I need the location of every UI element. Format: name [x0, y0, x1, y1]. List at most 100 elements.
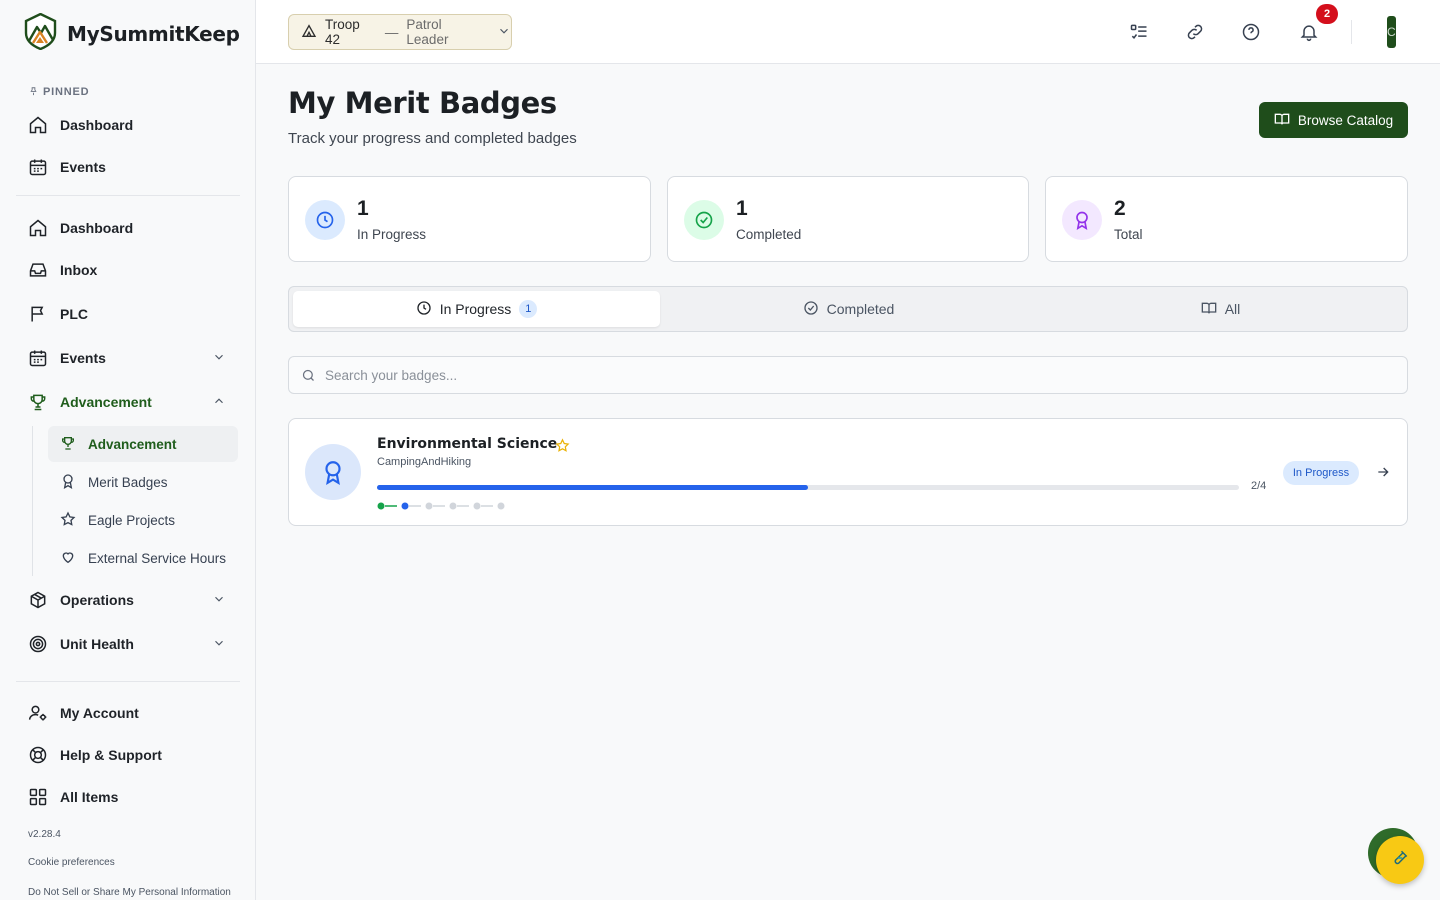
- tab-completed[interactable]: Completed: [665, 291, 1032, 327]
- chevron-down-icon: [212, 592, 226, 609]
- sidebar-item-unit-health[interactable]: Unit Health: [16, 625, 240, 663]
- tab-count-badge: 1: [519, 300, 538, 318]
- calendar-icon: [28, 348, 48, 368]
- nav-label: Help & Support: [60, 747, 162, 763]
- sidebar-item-advancement[interactable]: Advancement: [16, 383, 240, 421]
- stat-label: Total: [1114, 227, 1143, 242]
- troop-role: Patrol Leader: [406, 17, 449, 47]
- nav-label: Dashboard: [60, 117, 134, 133]
- tab-all[interactable]: All: [1037, 291, 1404, 327]
- sidebar-item-all-items[interactable]: All Items: [16, 778, 240, 816]
- calendar-icon: [28, 157, 48, 177]
- nav-label: All Items: [60, 789, 119, 805]
- step-dot-pending: [497, 502, 505, 510]
- eagle-required-star-icon: [555, 438, 570, 458]
- award-icon: [1062, 200, 1102, 240]
- pinned-events[interactable]: Events: [16, 148, 240, 186]
- sidebar-item-inbox[interactable]: Inbox: [16, 251, 240, 289]
- badge-card-environmental-science[interactable]: Environmental Science CampingAndHiking 2…: [288, 418, 1408, 526]
- stat-card-total: 2 Total: [1045, 176, 1408, 262]
- sub-item-merit-badges[interactable]: Merit Badges: [48, 464, 238, 500]
- badge-name: Environmental Science: [377, 436, 558, 452]
- nav-label: My Account: [60, 705, 139, 721]
- book-open-icon: [1274, 111, 1290, 130]
- sidebar-item-events[interactable]: Events: [16, 339, 240, 377]
- nav-label: Events: [60, 159, 106, 175]
- tab-label: In Progress: [439, 301, 512, 317]
- notification-count-badge: 2: [1316, 4, 1338, 24]
- sub-item-eagle-projects[interactable]: Eagle Projects: [48, 502, 238, 538]
- nav-label: Inbox: [60, 262, 98, 278]
- browse-catalog-button[interactable]: Browse Catalog: [1259, 102, 1408, 138]
- stat-value: 1: [357, 197, 369, 220]
- floating-tool-button[interactable]: [1376, 836, 1424, 884]
- search-icon: [301, 368, 316, 388]
- page-title: My Merit Badges: [288, 86, 557, 120]
- sub-label: External Service Hours: [88, 550, 227, 566]
- sub-item-external-service-hours[interactable]: External Service Hours: [48, 540, 238, 576]
- step-dot-current: [401, 502, 409, 510]
- badge-tabs: In Progress 1 Completed All: [288, 286, 1408, 332]
- troop-separator: —: [384, 24, 399, 40]
- nav-label: Unit Health: [60, 636, 134, 652]
- divider: [16, 681, 240, 682]
- search-input[interactable]: [325, 357, 1395, 393]
- page-subtitle: Track your progress and completed badges: [288, 130, 577, 147]
- bell-icon[interactable]: [1297, 20, 1321, 44]
- header-divider: [1351, 20, 1352, 44]
- privacy-link[interactable]: Do Not Sell or Share My Personal Informa…: [28, 887, 231, 898]
- troop-role-selector[interactable]: Troop 42 — Patrol Leader: [288, 14, 512, 50]
- inbox-icon: [28, 260, 48, 280]
- clock-icon: [416, 300, 432, 319]
- grid-icon: [28, 787, 48, 807]
- chevron-down-icon: [212, 636, 226, 653]
- arrow-right-icon[interactable]: [1375, 464, 1391, 485]
- pinned-section-label: PINNED: [28, 85, 89, 99]
- sidebar: MySummitKeep PINNED Dashboard Events Das…: [0, 0, 256, 900]
- cookie-preferences-link[interactable]: Cookie preferences: [28, 857, 115, 868]
- task-list-icon[interactable]: [1127, 20, 1151, 44]
- book-open-icon: [1201, 300, 1217, 319]
- sidebar-item-operations[interactable]: Operations: [16, 581, 240, 619]
- check-circle-icon: [803, 300, 819, 319]
- target-icon: [28, 634, 48, 654]
- mountain-logo-icon: [24, 12, 57, 55]
- sidebar-item-help-support[interactable]: Help & Support: [16, 736, 240, 774]
- sidebar-item-my-account[interactable]: My Account: [16, 694, 240, 732]
- tab-in-progress[interactable]: In Progress 1: [293, 291, 660, 327]
- sidebar-item-plc[interactable]: PLC: [16, 295, 240, 333]
- requirement-steps: [377, 502, 505, 510]
- flag-icon: [28, 304, 48, 324]
- avatar-initial: C: [1387, 25, 1396, 39]
- tab-label: Completed: [826, 301, 895, 317]
- chevron-down-icon: [212, 350, 226, 367]
- version-label: v2.28.4: [28, 829, 61, 840]
- box-icon: [28, 590, 48, 610]
- chevron-up-icon: [212, 394, 226, 411]
- progress-bar-fill: [377, 485, 808, 490]
- badge-category: CampingAndHiking: [377, 456, 472, 468]
- sub-item-advancement[interactable]: Advancement: [48, 426, 238, 462]
- help-circle-icon[interactable]: [1239, 20, 1263, 44]
- link-icon[interactable]: [1183, 20, 1207, 44]
- sidebar-item-dashboard[interactable]: Dashboard: [16, 209, 240, 247]
- award-icon: [60, 473, 76, 492]
- sub-label: Eagle Projects: [88, 512, 176, 528]
- sub-label: Advancement: [88, 436, 177, 452]
- app-logo[interactable]: MySummitKeep: [24, 12, 240, 55]
- stat-card-in-progress: 1 In Progress: [288, 176, 651, 262]
- nav-label: PLC: [60, 306, 88, 322]
- progress-bar: [377, 485, 1239, 490]
- stat-card-completed: 1 Completed: [667, 176, 1029, 262]
- nav-label: Operations: [60, 592, 134, 608]
- pinned-dashboard[interactable]: Dashboard: [16, 106, 240, 144]
- stat-label: Completed: [736, 227, 802, 242]
- test-tube-icon: [1391, 849, 1409, 872]
- divider: [16, 195, 240, 196]
- clock-icon: [305, 200, 345, 240]
- troop-name: Troop 42: [325, 17, 360, 47]
- step-dot-pending: [449, 502, 457, 510]
- avatar[interactable]: C: [1387, 16, 1396, 48]
- step-dot-pending: [473, 502, 481, 510]
- heart-icon: [60, 549, 76, 568]
